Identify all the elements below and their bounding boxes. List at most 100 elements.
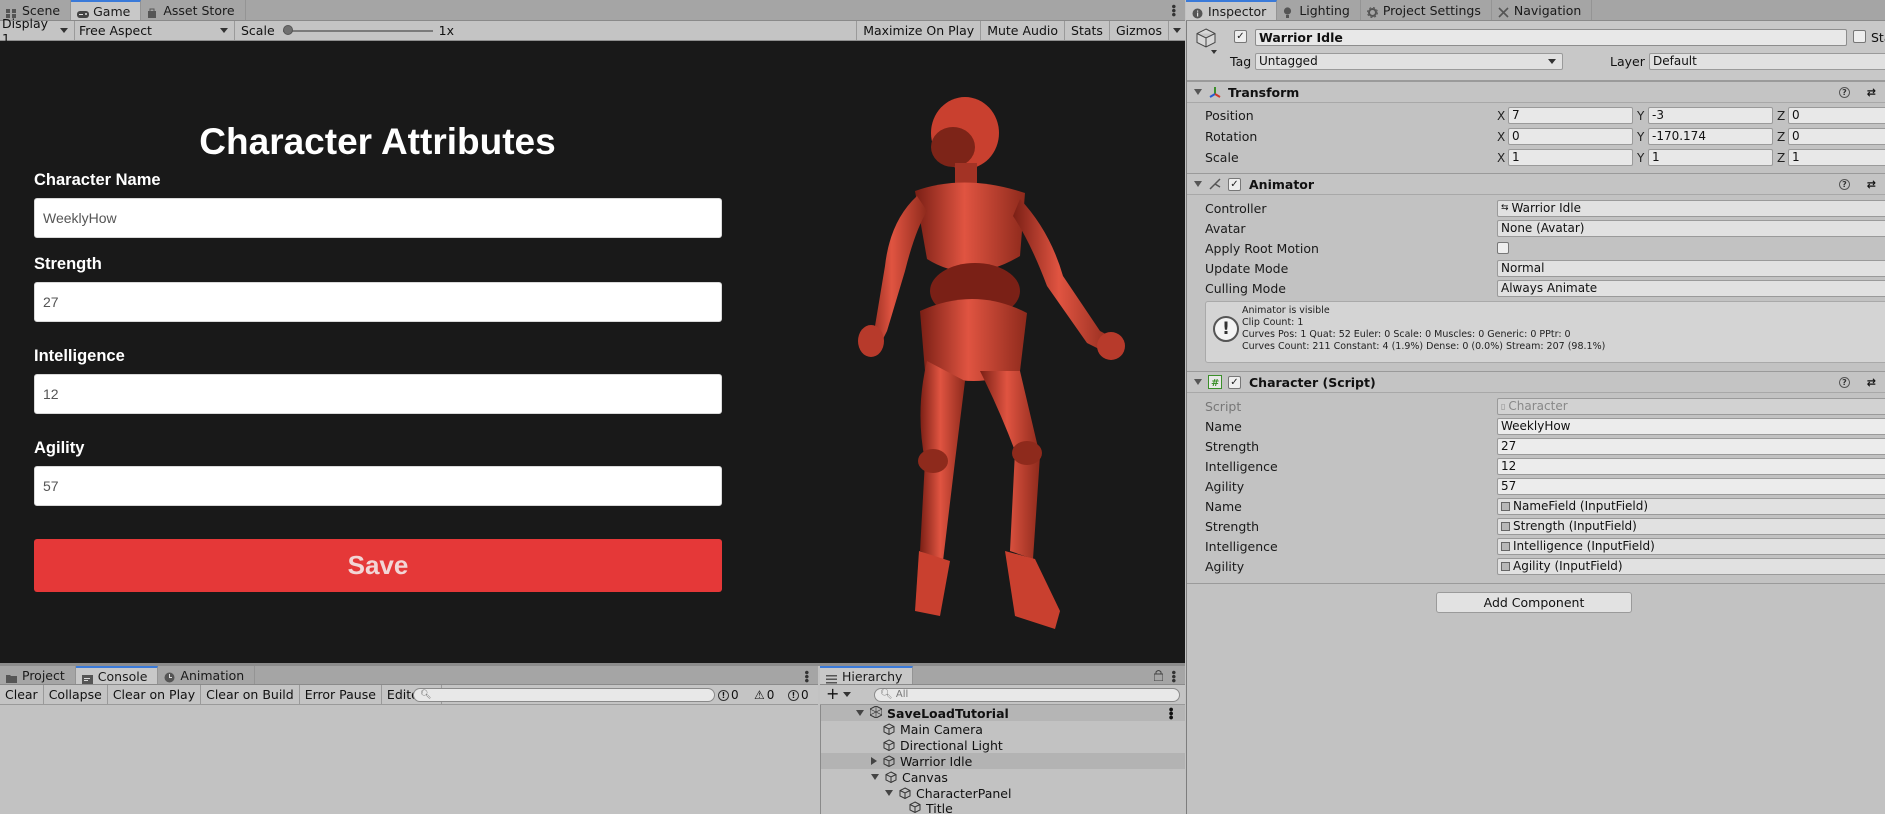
clear-on-build-toggle[interactable]: Clear on Build (201, 685, 300, 704)
script-enabled-checkbox[interactable]: ✓ (1228, 375, 1241, 389)
scene-root-row[interactable]: SaveLoadTutorial ••• (821, 704, 1185, 721)
hierarchy-item-title[interactable]: Title (821, 801, 1185, 814)
name-input[interactable]: WeeklyHow (34, 198, 722, 238)
error-pause-toggle[interactable]: Error Pause (300, 685, 382, 704)
tab-hierarchy[interactable]: Hierarchy (820, 666, 914, 684)
rotation-x-field[interactable]: 0 (1508, 128, 1633, 145)
more-menu-icon[interactable]: ••• (1166, 3, 1180, 15)
clear-button[interactable]: Clear (0, 685, 44, 704)
scale-z-field[interactable]: 1 (1788, 149, 1885, 166)
prop-strength-field[interactable]: 27 (1497, 438, 1885, 455)
console-search-input[interactable]: 🔍︎ (413, 688, 715, 702)
tab-navigation[interactable]: Navigation (1492, 0, 1593, 20)
x-axis-label[interactable]: X (1497, 130, 1505, 144)
avatar-field[interactable]: None (Avatar) (1497, 220, 1885, 237)
mute-audio-toggle[interactable]: Mute Audio (980, 21, 1064, 40)
create-dropdown[interactable]: + (826, 686, 852, 702)
help-icon[interactable]: ? (1839, 87, 1850, 98)
hierarchy-item-warrior-idle[interactable]: Warrior Idle (821, 753, 1185, 769)
x-axis-label[interactable]: X (1497, 151, 1505, 165)
tab-lighting[interactable]: Lighting (1277, 0, 1361, 20)
help-icon[interactable]: ? (1839, 179, 1850, 190)
prop-name-field[interactable]: WeeklyHow (1497, 418, 1885, 435)
lock-icon[interactable] (1153, 670, 1164, 684)
tab-console[interactable]: Console (75, 666, 159, 684)
intelligence-input[interactable]: 12 (34, 374, 722, 414)
update-mode-dropdown[interactable]: Normal (1497, 260, 1885, 277)
collapse-toggle[interactable]: Collapse (44, 685, 108, 704)
prop-intelligence-field[interactable]: 12 (1497, 458, 1885, 475)
transform-header[interactable]: Transform ? ⇄ (1187, 81, 1885, 103)
agility-input[interactable]: 57 (34, 466, 722, 506)
clear-on-play-toggle[interactable]: Clear on Play (108, 685, 202, 704)
preset-icon[interactable]: ⇄ (1867, 376, 1876, 389)
aspect-dropdown[interactable]: Free Aspect (75, 21, 235, 40)
info-count-toggle[interactable]: ! 0 (718, 685, 739, 705)
z-axis-label[interactable]: Z (1777, 151, 1785, 165)
hierarchy-item-canvas[interactable]: Canvas (821, 769, 1185, 785)
character-script-header[interactable]: # ✓ Character (Script) ? ⇄ (1187, 371, 1885, 393)
maximize-on-play-toggle[interactable]: Maximize On Play (856, 21, 980, 40)
save-button[interactable]: Save (34, 539, 722, 592)
z-axis-label[interactable]: Z (1777, 109, 1785, 123)
z-axis-label[interactable]: Z (1777, 130, 1785, 144)
preset-icon[interactable]: ⇄ (1867, 178, 1876, 191)
foldout-arrow-icon[interactable] (871, 757, 877, 765)
layer-dropdown[interactable]: Default (1649, 53, 1885, 70)
tab-project[interactable]: Project (0, 666, 76, 684)
slider-handle[interactable] (282, 24, 293, 35)
ref-intelligence-field[interactable]: Intelligence (InputField) (1497, 538, 1885, 555)
y-axis-label[interactable]: Y (1637, 151, 1644, 165)
tab-inspector[interactable]: Inspector (1186, 0, 1278, 20)
warning-count-toggle[interactable]: ⚠ 0 (754, 685, 774, 705)
icon-dropdown-arrow[interactable] (1211, 50, 1217, 54)
help-icon[interactable]: ? (1839, 377, 1850, 388)
preset-icon[interactable]: ⇄ (1867, 86, 1876, 99)
foldout-arrow-icon[interactable] (856, 710, 864, 716)
gizmos-dropdown[interactable] (1168, 21, 1185, 40)
foldout-arrow-icon[interactable] (871, 774, 879, 780)
gizmos-toggle[interactable]: Gizmos (1108, 21, 1168, 40)
scale-slider[interactable] (282, 21, 433, 41)
hierarchy-item-main-camera[interactable]: Main Camera (821, 721, 1185, 737)
x-axis-label[interactable]: X (1497, 109, 1505, 123)
tab-game[interactable]: Game (71, 0, 142, 20)
tab-project-settings[interactable]: Project Settings (1361, 0, 1492, 20)
ref-agility-field[interactable]: Agility (InputField) (1497, 558, 1885, 575)
y-axis-label[interactable]: Y (1637, 109, 1644, 123)
foldout-arrow-icon[interactable] (885, 790, 893, 796)
stats-toggle[interactable]: Stats (1064, 21, 1109, 40)
panel-divider[interactable] (0, 663, 1185, 666)
rotation-y-field[interactable]: -170.174 (1648, 128, 1773, 145)
y-axis-label[interactable]: Y (1637, 130, 1644, 144)
hierarchy-search-input[interactable]: 🔍︎ All (874, 688, 1180, 702)
apply-root-motion-checkbox[interactable] (1497, 242, 1509, 254)
tag-dropdown[interactable]: Untagged (1255, 53, 1563, 70)
more-menu-icon[interactable]: ••• (1164, 706, 1177, 718)
more-menu-icon[interactable]: ••• (1166, 669, 1180, 681)
strength-input[interactable]: 27 (34, 282, 722, 322)
display-dropdown[interactable]: Display 1 (0, 16, 75, 46)
game-view[interactable]: Character Attributes Character Name Week… (0, 41, 1185, 663)
culling-mode-dropdown[interactable]: Always Animate (1497, 280, 1885, 297)
ref-name-field[interactable]: NameField (InputField) (1497, 498, 1885, 515)
position-y-field[interactable]: -3 (1648, 107, 1773, 124)
active-checkbox[interactable]: ✓ (1234, 30, 1247, 43)
position-x-field[interactable]: 7 (1508, 107, 1633, 124)
rotation-z-field[interactable]: 0 (1788, 128, 1885, 145)
hierarchy-item-character-panel[interactable]: CharacterPanel (821, 785, 1185, 801)
tab-asset-store[interactable]: Asset Store (141, 0, 246, 20)
error-count-toggle[interactable]: ! 0 (788, 685, 809, 705)
more-menu-icon[interactable]: ••• (799, 669, 813, 681)
prop-agility-field[interactable]: 57 (1497, 478, 1885, 495)
controller-field[interactable]: ⇆ Warrior Idle (1497, 200, 1885, 217)
position-z-field[interactable]: 0 (1788, 107, 1885, 124)
animator-enabled-checkbox[interactable]: ✓ (1228, 177, 1241, 191)
scale-y-field[interactable]: 1 (1648, 149, 1773, 166)
animator-header[interactable]: ✓ Animator ? ⇄ (1187, 173, 1885, 195)
ref-strength-field[interactable]: Strength (InputField) (1497, 518, 1885, 535)
scale-x-field[interactable]: 1 (1508, 149, 1633, 166)
static-checkbox[interactable] (1853, 30, 1866, 43)
add-component-button[interactable]: Add Component (1436, 592, 1632, 613)
hierarchy-item-directional-light[interactable]: Directional Light (821, 737, 1185, 753)
